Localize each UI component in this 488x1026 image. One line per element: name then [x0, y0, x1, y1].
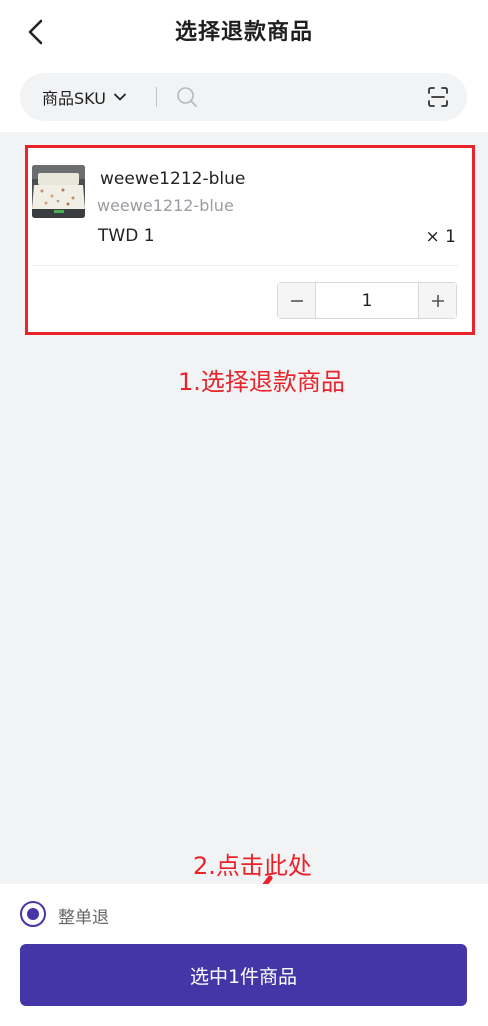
search-icon [177, 87, 197, 107]
footer-bar: 整单退 选中1件商品 [0, 884, 488, 1026]
minus-icon [290, 299, 303, 302]
full-refund-radio[interactable] [20, 901, 46, 927]
annotation-step2: 2.点击此处 [193, 852, 312, 880]
scan-icon[interactable] [427, 86, 449, 108]
annotation-step1: 1.选择退款商品 [178, 368, 345, 396]
search-input[interactable] [206, 82, 426, 112]
product-quantity: × 1 [425, 227, 456, 247]
quantity-stepper [277, 282, 457, 319]
product-card: weewe1212-blue weewe1212-blue TWD 1 × 1 [25, 145, 475, 335]
product-price: TWD 1 [98, 226, 155, 246]
sku-filter-label: 商品SKU [42, 89, 106, 108]
divider [156, 87, 157, 107]
top-bar: 选择退款商品 商品SKU [0, 0, 488, 132]
product-name: weewe1212-blue [100, 169, 246, 189]
radio-selected-dot [27, 908, 39, 920]
select-items-button[interactable]: 选中1件商品 [20, 944, 467, 1006]
plus-icon [431, 294, 444, 307]
increment-button[interactable] [418, 283, 456, 318]
card-divider [32, 265, 458, 266]
product-sku: weewe1212-blue [97, 196, 234, 215]
page-title: 选择退款商品 [174, 20, 313, 45]
search-bar: 商品SKU [20, 73, 467, 121]
quantity-input[interactable] [316, 283, 418, 318]
bed-product-image [32, 165, 85, 218]
chevron-down-icon [114, 93, 126, 101]
decrement-button[interactable] [278, 283, 316, 318]
sku-filter-dropdown[interactable]: 商品SKU [42, 85, 127, 109]
full-refund-label[interactable]: 整单退 [58, 903, 109, 928]
product-thumbnail[interactable] [32, 165, 85, 218]
